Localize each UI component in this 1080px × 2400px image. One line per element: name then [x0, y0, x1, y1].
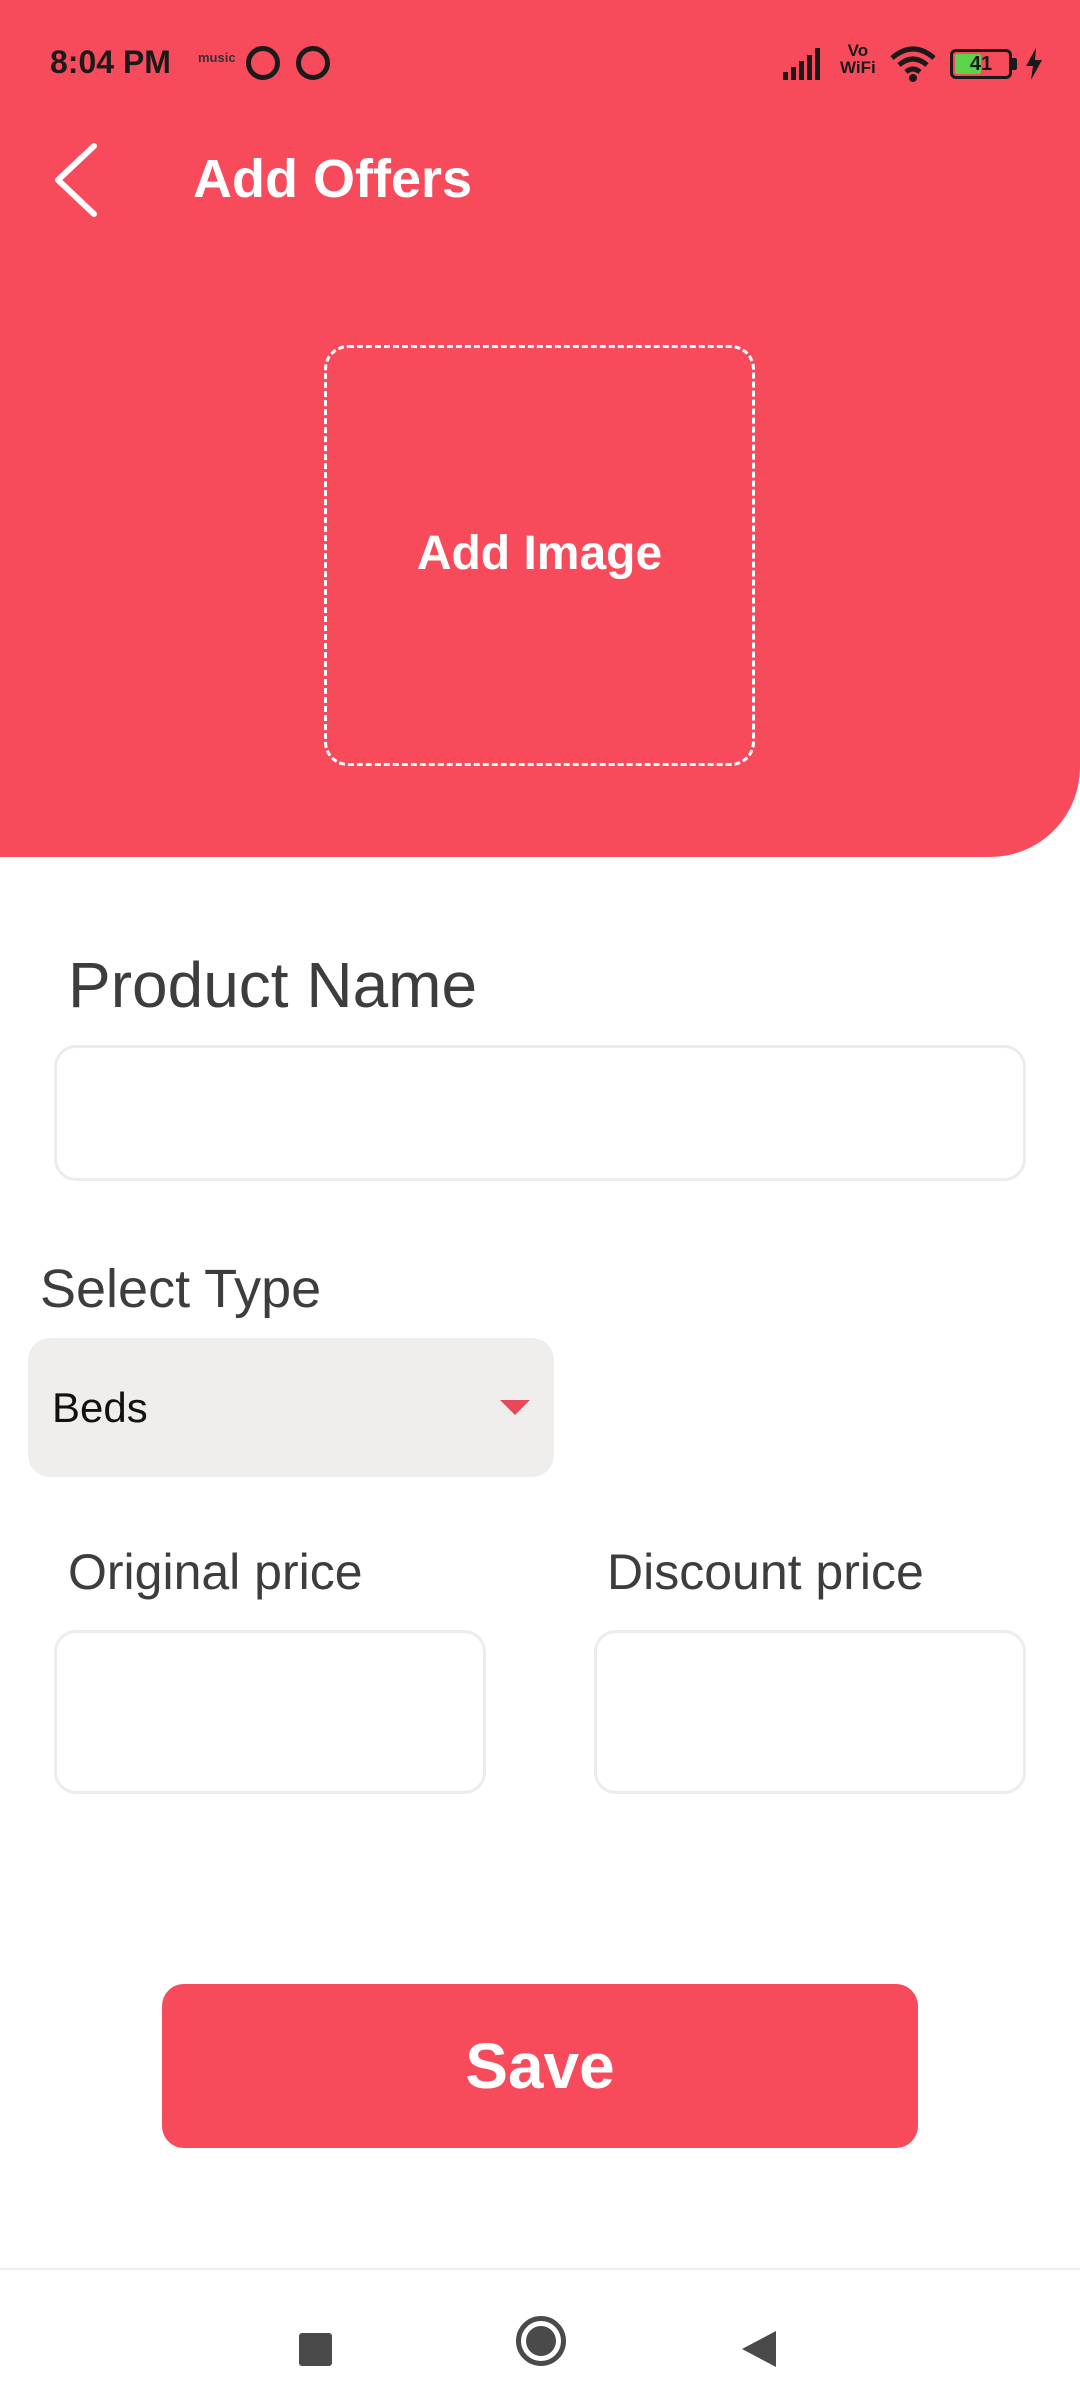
original-price-label: Original price — [68, 1544, 363, 1600]
chevron-left-icon — [55, 143, 97, 217]
product-name-label: Product Name — [68, 949, 478, 1021]
nav-back-button[interactable] — [742, 2331, 776, 2367]
amazon-music-icon: music — [198, 50, 236, 65]
discount-price-label: Discount price — [607, 1544, 924, 1600]
home-button[interactable] — [516, 2316, 566, 2366]
original-price-input[interactable] — [54, 1630, 486, 1794]
discount-price-input[interactable] — [594, 1630, 1026, 1794]
type-dropdown[interactable]: Beds — [28, 1338, 554, 1477]
signal-icon — [783, 48, 820, 80]
navigation-bar — [0, 2268, 1080, 2400]
status-time: 8:04 PM — [50, 44, 171, 80]
status-bar: 8:04 PM music Vo WiFi 41 — [0, 0, 1080, 130]
vowifi-icon: Vo WiFi — [840, 41, 876, 77]
notification-icon — [246, 46, 280, 80]
wifi-icon — [890, 46, 936, 82]
select-type-label: Select Type — [40, 1259, 322, 1319]
add-image-label: Add Image — [416, 527, 663, 580]
product-name-input[interactable] — [54, 1045, 1026, 1181]
notification-icon — [296, 46, 330, 80]
type-dropdown-value: Beds — [52, 1384, 148, 1431]
recents-button[interactable] — [299, 2333, 332, 2366]
back-button[interactable] — [48, 140, 108, 220]
charging-icon — [1026, 48, 1042, 80]
add-image-button[interactable]: Add Image — [324, 345, 755, 766]
battery-icon: 41 — [950, 49, 1012, 79]
home-icon — [526, 2326, 556, 2356]
dropdown-arrow-icon — [500, 1400, 530, 1415]
battery-level: 41 — [969, 53, 993, 75]
save-button[interactable]: Save — [162, 1984, 918, 2148]
page-title: Add Offers — [193, 149, 473, 209]
